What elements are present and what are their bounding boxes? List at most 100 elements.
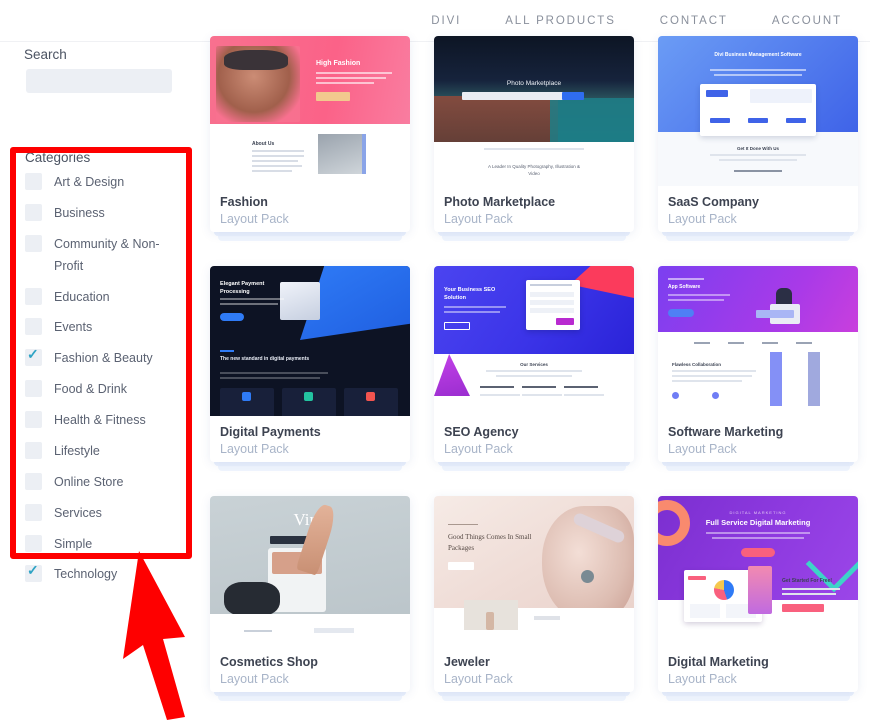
card-title: Software Marketing bbox=[668, 425, 784, 439]
category-label: Health & Fitness bbox=[54, 413, 146, 427]
card-subtitle: Layout Pack bbox=[220, 211, 289, 226]
card-meta: Software Marketing Layout Pack bbox=[658, 416, 858, 458]
card-thumbnail: DIGITAL MARKETING Full Service Digital M… bbox=[658, 496, 858, 646]
card-meta: Digital Marketing Layout Pack bbox=[658, 646, 858, 688]
category-row[interactable]: Fashion & Beauty bbox=[25, 346, 185, 370]
checkbox-checked-icon[interactable] bbox=[25, 346, 42, 367]
card-title: Cosmetics Shop bbox=[220, 655, 318, 669]
category-row[interactable]: Art & Design bbox=[25, 172, 185, 194]
checkbox-checked-icon[interactable] bbox=[25, 562, 42, 583]
checkbox-icon[interactable] bbox=[25, 173, 42, 190]
card-subtitle: Layout Pack bbox=[668, 441, 737, 456]
category-row[interactable]: Lifestyle bbox=[25, 441, 185, 463]
checkbox-icon[interactable] bbox=[25, 380, 42, 398]
card-subtitle: Layout Pack bbox=[220, 441, 289, 456]
card-thumbnail: Divi Business Management Software Get It… bbox=[658, 36, 858, 186]
card-surface[interactable]: Your Business SEO Solution Our Services … bbox=[434, 266, 634, 462]
search-label: Search bbox=[24, 47, 67, 62]
card-title: SEO Agency bbox=[444, 425, 519, 439]
search-input[interactable] bbox=[26, 69, 172, 93]
card-subtitle: Layout Pack bbox=[220, 671, 289, 686]
category-label: Online Store bbox=[54, 474, 124, 489]
category-row[interactable]: Community & Non-Profit bbox=[25, 234, 185, 278]
layout-pack-card[interactable]: DIGITAL MARKETING Full Service Digital M… bbox=[658, 496, 858, 701]
layout-pack-card[interactable]: Vino Cosmetics Shop Layout Pack bbox=[210, 496, 410, 701]
layout-pack-card[interactable]: Divi Business Management Software Get It… bbox=[658, 36, 858, 241]
card-surface[interactable]: Divi Business Management Software Get It… bbox=[658, 36, 858, 232]
card-surface[interactable]: Elegant Payment Processing The new stand… bbox=[210, 266, 410, 462]
card-surface[interactable]: Vino Cosmetics Shop Layout Pack bbox=[210, 496, 410, 692]
card-subtitle: Layout Pack bbox=[668, 211, 737, 226]
category-label: Food & Drink bbox=[54, 382, 127, 397]
card-title: SaaS Company bbox=[668, 195, 760, 209]
checkbox-icon[interactable] bbox=[25, 287, 42, 305]
category-label: Education bbox=[54, 289, 110, 304]
layout-pack-grid: High Fashion About Us Fashion Layout Pack… bbox=[210, 36, 870, 701]
categories-heading: Categories bbox=[25, 150, 91, 165]
card-meta: Photo Marketplace Layout Pack bbox=[434, 186, 634, 228]
filter-sidebar: Search Categories Art & Design Business Co… bbox=[0, 42, 200, 724]
checkbox-icon[interactable] bbox=[25, 203, 42, 221]
category-label: Art & Design bbox=[54, 175, 125, 189]
category-label: Fashion & Beauty bbox=[54, 351, 153, 366]
checkbox-icon[interactable] bbox=[25, 411, 42, 428]
card-thumbnail: Photo Marketplace A Leader In Quality Ph… bbox=[434, 36, 634, 186]
category-row[interactable]: Education bbox=[25, 287, 185, 309]
card-subtitle: Layout Pack bbox=[444, 671, 513, 686]
card-thumbnail: Vino bbox=[210, 496, 410, 646]
card-thumbnail: High Fashion About Us bbox=[210, 36, 410, 186]
card-thumbnail: Good Things Comes In Small Packages bbox=[434, 496, 634, 646]
nav-item-contact[interactable]: CONTACT bbox=[660, 15, 728, 27]
layout-pack-card[interactable]: App Software Flawless Collaboration Soft… bbox=[658, 266, 858, 471]
card-surface[interactable]: High Fashion About Us Fashion Layout Pack bbox=[210, 36, 410, 232]
checkbox-icon[interactable] bbox=[25, 503, 42, 521]
category-label: Events bbox=[54, 320, 93, 335]
checkbox-icon[interactable] bbox=[25, 234, 42, 252]
category-row[interactable]: Health & Fitness bbox=[25, 410, 185, 432]
annotation-arrow-icon bbox=[123, 551, 185, 720]
card-thumbnail: App Software Flawless Collaboration bbox=[658, 266, 858, 416]
layout-pack-card[interactable]: Your Business SEO Solution Our Services … bbox=[434, 266, 634, 471]
card-meta: Fashion Layout Pack bbox=[210, 186, 410, 228]
card-surface[interactable]: App Software Flawless Collaboration Soft… bbox=[658, 266, 858, 462]
card-meta: SEO Agency Layout Pack bbox=[434, 416, 634, 458]
card-meta: Jeweler Layout Pack bbox=[434, 646, 634, 688]
page-root: DIVI ALL PRODUCTS CONTACT ACCOUNT Search… bbox=[0, 0, 870, 724]
category-row[interactable]: Business bbox=[25, 203, 185, 225]
category-label: Community & Non-Profit bbox=[54, 236, 160, 273]
card-title: Digital Marketing bbox=[668, 655, 769, 669]
card-thumbnail: Elegant Payment Processing The new stand… bbox=[210, 266, 410, 416]
category-row[interactable]: Services bbox=[25, 503, 185, 525]
checkbox-icon[interactable] bbox=[25, 472, 42, 490]
layout-pack-card[interactable]: High Fashion About Us Fashion Layout Pack bbox=[210, 36, 410, 241]
category-label: Lifestyle bbox=[54, 443, 100, 458]
nav-item-divi[interactable]: DIVI bbox=[431, 15, 461, 27]
checkbox-icon[interactable] bbox=[25, 318, 42, 336]
card-surface[interactable]: Photo Marketplace A Leader In Quality Ph… bbox=[434, 36, 634, 232]
card-title: Digital Payments bbox=[220, 425, 321, 439]
nav-item-all-products[interactable]: ALL PRODUCTS bbox=[505, 15, 616, 27]
layout-pack-card[interactable]: Elegant Payment Processing The new stand… bbox=[210, 266, 410, 471]
category-row[interactable]: Events bbox=[25, 317, 185, 339]
card-meta: Digital Payments Layout Pack bbox=[210, 416, 410, 458]
category-row[interactable]: Food & Drink bbox=[25, 379, 185, 401]
card-title: Jeweler bbox=[444, 655, 490, 669]
layout-pack-card[interactable]: Photo Marketplace A Leader In Quality Ph… bbox=[434, 36, 634, 241]
category-label: Business bbox=[54, 205, 105, 220]
nav-item-account[interactable]: ACCOUNT bbox=[772, 15, 842, 27]
category-label: Services bbox=[54, 505, 102, 520]
checkbox-icon[interactable] bbox=[25, 441, 42, 459]
card-meta: Cosmetics Shop Layout Pack bbox=[210, 646, 410, 688]
card-title: Fashion bbox=[220, 195, 268, 209]
checkbox-icon[interactable] bbox=[25, 534, 42, 552]
card-subtitle: Layout Pack bbox=[668, 671, 737, 686]
card-surface[interactable]: Good Things Comes In Small Packages Jewe… bbox=[434, 496, 634, 692]
card-thumbnail: Your Business SEO Solution Our Services bbox=[434, 266, 634, 416]
card-subtitle: Layout Pack bbox=[444, 441, 513, 456]
card-surface[interactable]: DIGITAL MARKETING Full Service Digital M… bbox=[658, 496, 858, 692]
card-meta: SaaS Company Layout Pack bbox=[658, 186, 858, 228]
layout-pack-card[interactable]: Good Things Comes In Small Packages Jewe… bbox=[434, 496, 634, 701]
category-row[interactable]: Online Store bbox=[25, 472, 185, 494]
categories-filter-panel: Art & Design Business Community & Non-Prof… bbox=[25, 172, 185, 595]
card-subtitle: Layout Pack bbox=[444, 211, 513, 226]
